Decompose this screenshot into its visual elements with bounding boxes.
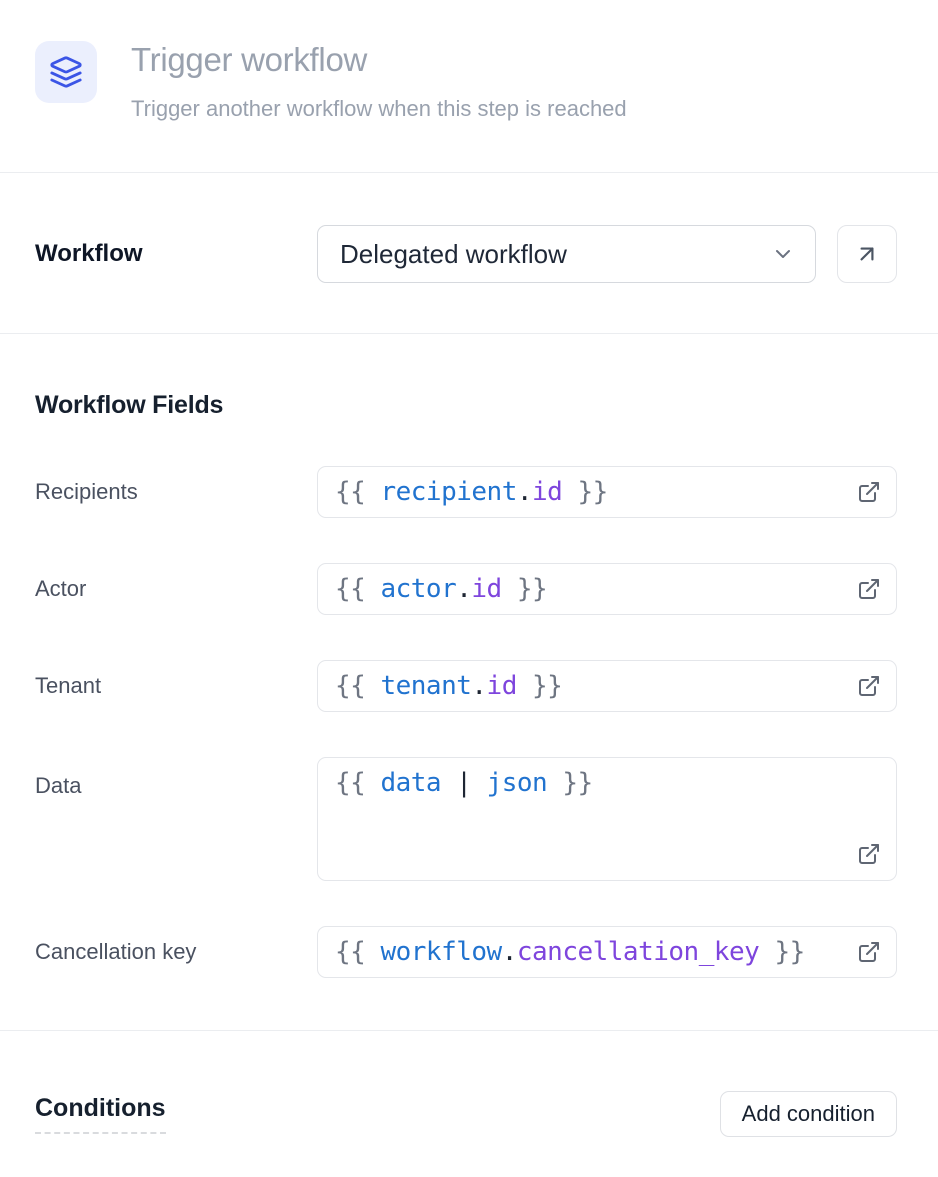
- cancellation-key-label: Cancellation key: [35, 939, 317, 965]
- actor-value: {{ actor.id }}: [335, 574, 547, 604]
- external-link-icon[interactable]: [857, 480, 881, 504]
- trigger-workflow-icon-tile: [35, 41, 97, 103]
- recipients-input[interactable]: {{ recipient.id }}: [317, 466, 897, 518]
- data-value: {{ data | json }}: [335, 768, 593, 798]
- header-text: Trigger workflow Trigger another workflo…: [131, 41, 627, 122]
- actor-input[interactable]: {{ actor.id }}: [317, 563, 897, 615]
- external-link-icon[interactable]: [857, 577, 881, 601]
- external-link-icon[interactable]: [857, 940, 881, 964]
- cancellation-key-value: {{ workflow.cancellation_key }}: [335, 937, 805, 967]
- actor-label: Actor: [35, 576, 317, 602]
- chevron-down-icon: [771, 242, 795, 266]
- field-row-actor: Actor {{ actor.id }}: [35, 563, 897, 615]
- workflow-selected-value: Delegated workflow: [340, 239, 567, 270]
- workflow-select[interactable]: Delegated workflow: [317, 225, 816, 283]
- field-row-recipients: Recipients {{ recipient.id }}: [35, 466, 897, 518]
- step-header: Trigger workflow Trigger another workflo…: [0, 0, 938, 172]
- cancellation-key-input[interactable]: {{ workflow.cancellation_key }}: [317, 926, 897, 978]
- layers-icon: [49, 55, 83, 89]
- data-label: Data: [35, 757, 317, 799]
- field-row-data: Data {{ data | json }}: [35, 757, 897, 881]
- field-row-tenant: Tenant {{ tenant.id }}: [35, 660, 897, 712]
- recipients-label: Recipients: [35, 479, 317, 505]
- open-workflow-button[interactable]: [837, 225, 897, 283]
- conditions-heading: Conditions: [35, 1094, 166, 1134]
- workflow-fields-heading: Workflow Fields: [35, 391, 897, 420]
- tenant-input[interactable]: {{ tenant.id }}: [317, 660, 897, 712]
- recipients-value: {{ recipient.id }}: [335, 477, 608, 507]
- tenant-value: {{ tenant.id }}: [335, 671, 562, 701]
- external-link-icon[interactable]: [857, 842, 881, 866]
- field-row-cancellation-key: Cancellation key {{ workflow.cancellatio…: [35, 926, 897, 978]
- conditions-section: Conditions Add condition: [0, 1031, 938, 1177]
- workflow-select-row: Workflow Delegated workflow: [0, 173, 938, 333]
- add-condition-button[interactable]: Add condition: [720, 1091, 897, 1137]
- page-title: Trigger workflow: [131, 41, 627, 79]
- workflow-fields-section: Workflow Fields Recipients {{ recipient.…: [0, 334, 938, 1030]
- arrow-up-right-icon: [854, 241, 880, 267]
- tenant-label: Tenant: [35, 673, 317, 699]
- data-input[interactable]: {{ data | json }}: [317, 757, 897, 881]
- workflow-label: Workflow: [35, 240, 317, 268]
- page-subtitle: Trigger another workflow when this step …: [131, 96, 627, 122]
- external-link-icon[interactable]: [857, 674, 881, 698]
